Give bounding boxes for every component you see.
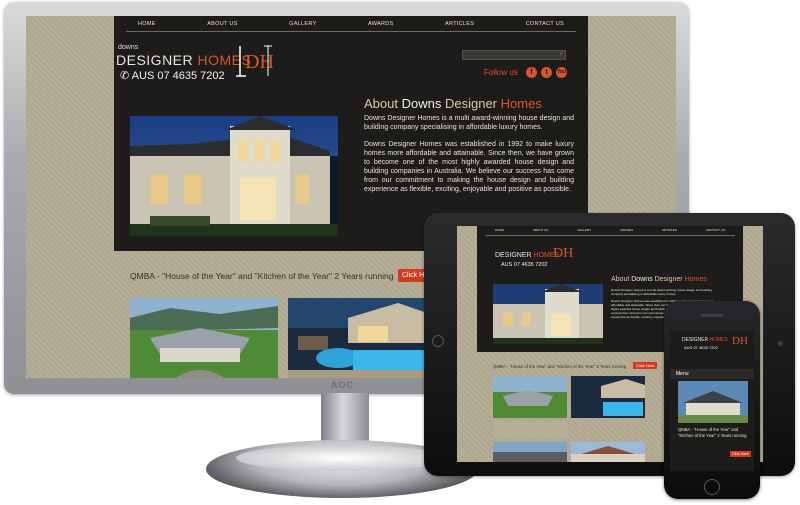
monitor-brand-logo: AOC [331, 380, 354, 390]
tablet-qmba-award-text: QMBA - "House of the Year" and "Kitchen … [493, 364, 627, 369]
nav-awards[interactable]: AWARDS [368, 21, 394, 27]
twitter-icon[interactable]: t [541, 67, 552, 78]
phone-logo-homes: HOMES [709, 337, 728, 343]
nav-contact-us[interactable]: CONTACT US [526, 21, 564, 27]
phone-screen: DESIGNER HOMES AUS 07 4635 7202 DH Menu … [670, 331, 754, 471]
logo-main-text[interactable]: DESIGNER HOMES [116, 52, 251, 68]
phone-menu-label: Menu [676, 371, 689, 377]
tablet-thumbnail-caption-1 [493, 422, 567, 438]
facebook-icon[interactable]: f [526, 67, 537, 78]
search-input[interactable]: ⌕ [462, 50, 566, 60]
gallery-thumbnail-pool[interactable] [288, 298, 436, 378]
tablet-home-button[interactable] [432, 335, 444, 347]
tablet-about-paragraph-1: Downs Designer Homes is a multi award-wi… [611, 288, 712, 296]
phone-click-here-button[interactable]: Click Here [730, 451, 751, 457]
phone-number: ✆ AUS 07 4635 7202 [120, 69, 225, 82]
about-paragraph-1: Downs Designer Homes is a multi award-wi… [364, 115, 574, 131]
about-body: Downs Designer Homes is a multi award-wi… [364, 114, 574, 202]
phone-logo-designer: DESIGNER [682, 337, 709, 343]
nav-about-us[interactable]: ABOUT US [207, 21, 237, 27]
dh-monogram-logo: DH [236, 45, 274, 77]
tablet-click-here-button[interactable]: Click Here [633, 362, 658, 369]
tablet-nav-awards[interactable]: AWARDS [620, 228, 633, 235]
phone-qmba-award-text: QMBA - "House of the Year" and "Kitchen … [678, 427, 747, 438]
nav-articles[interactable]: ARTICLES [445, 21, 474, 27]
tablet-camera [778, 341, 783, 346]
tablet-nav-home[interactable]: HOME [495, 228, 504, 235]
qmba-award-text: QMBA - "House of the Year" and "Kitchen … [130, 271, 394, 281]
main-nav: HOME ABOUT US GALLERY AWARDS ARTICLES CO… [126, 16, 576, 32]
about-heading-downs: Downs [401, 96, 442, 111]
phone-number-text: AUS 07 4635 7202 [131, 70, 225, 82]
tablet-logo-designer: DESIGNER [495, 252, 532, 259]
smartphone: DESIGNER HOMES AUS 07 4635 7202 DH Menu … [664, 301, 760, 499]
about-heading-about: About [364, 96, 398, 111]
phone-home-button[interactable] [704, 479, 720, 495]
hero-house-image [130, 116, 338, 236]
tablet-nav-contact[interactable]: CONTACT US [706, 228, 725, 235]
tablet-nav-articles[interactable]: ARTICLES [662, 228, 677, 235]
tablet-logo[interactable]: DESIGNER HOMES [495, 252, 559, 259]
nav-home[interactable]: HOME [138, 21, 156, 27]
tablet-hero-image [493, 284, 603, 344]
monitor-stand-base-highlight [236, 445, 448, 471]
tablet-dh-monogram: DH [553, 246, 574, 261]
tablet-thumbnail-aerial[interactable] [493, 376, 567, 418]
about-heading-designer: Designer [444, 96, 498, 111]
phone-dh-monogram: DH [732, 335, 748, 347]
about-heading: About Downs Designer Homes [364, 96, 542, 111]
phone-hero-image[interactable] [678, 381, 748, 423]
search-icon[interactable]: ⌕ [559, 51, 563, 59]
follow-us-label: Follow us [484, 68, 518, 77]
phone-logo[interactable]: DESIGNER HOMES [682, 337, 728, 343]
tablet-about-heading-designer: Designer [654, 276, 683, 283]
tablet-nav: HOME ABOUT US GALLERY AWARDS ARTICLES CO… [485, 228, 735, 236]
tablet-about-heading: About Downs Designer Homes [611, 276, 707, 283]
tablet-thumbnail-house-4[interactable] [571, 442, 645, 462]
phone-icon: ✆ [120, 70, 130, 82]
youtube-icon[interactable]: You [556, 67, 567, 78]
svg-text:DH: DH [245, 51, 274, 73]
about-paragraph-2: Downs Designer Homes was established in … [364, 141, 574, 193]
device-mockup-stage: HOME ABOUT US GALLERY AWARDS ARTICLES CO… [0, 0, 800, 505]
tablet-about-heading-downs: Downs [631, 276, 653, 283]
phone-menu-bar[interactable]: Menu [670, 369, 754, 379]
nav-gallery[interactable]: GALLERY [289, 21, 316, 27]
logo-designer: DESIGNER [116, 52, 194, 68]
gallery-thumbnail-aerial-house[interactable] [130, 298, 278, 378]
tablet-phone-number: AUS 07 4635 7202 [501, 262, 548, 268]
about-heading-homes: Homes [500, 96, 542, 111]
tablet-thumbnail-house-3[interactable] [493, 442, 567, 462]
tablet-nav-gallery[interactable]: GALLERY [577, 228, 591, 235]
tablet-about-heading-about: About [611, 276, 630, 283]
tablet-thumbnail-pool[interactable] [571, 376, 645, 418]
phone-speaker [701, 314, 723, 317]
tablet-nav-about[interactable]: ABOUT US [533, 228, 548, 235]
logo-small-text: downs [118, 44, 139, 51]
phone-phone-number: AUS 07 4635 7202 [684, 345, 718, 350]
tablet-about-heading-homes: Homes [684, 276, 707, 283]
